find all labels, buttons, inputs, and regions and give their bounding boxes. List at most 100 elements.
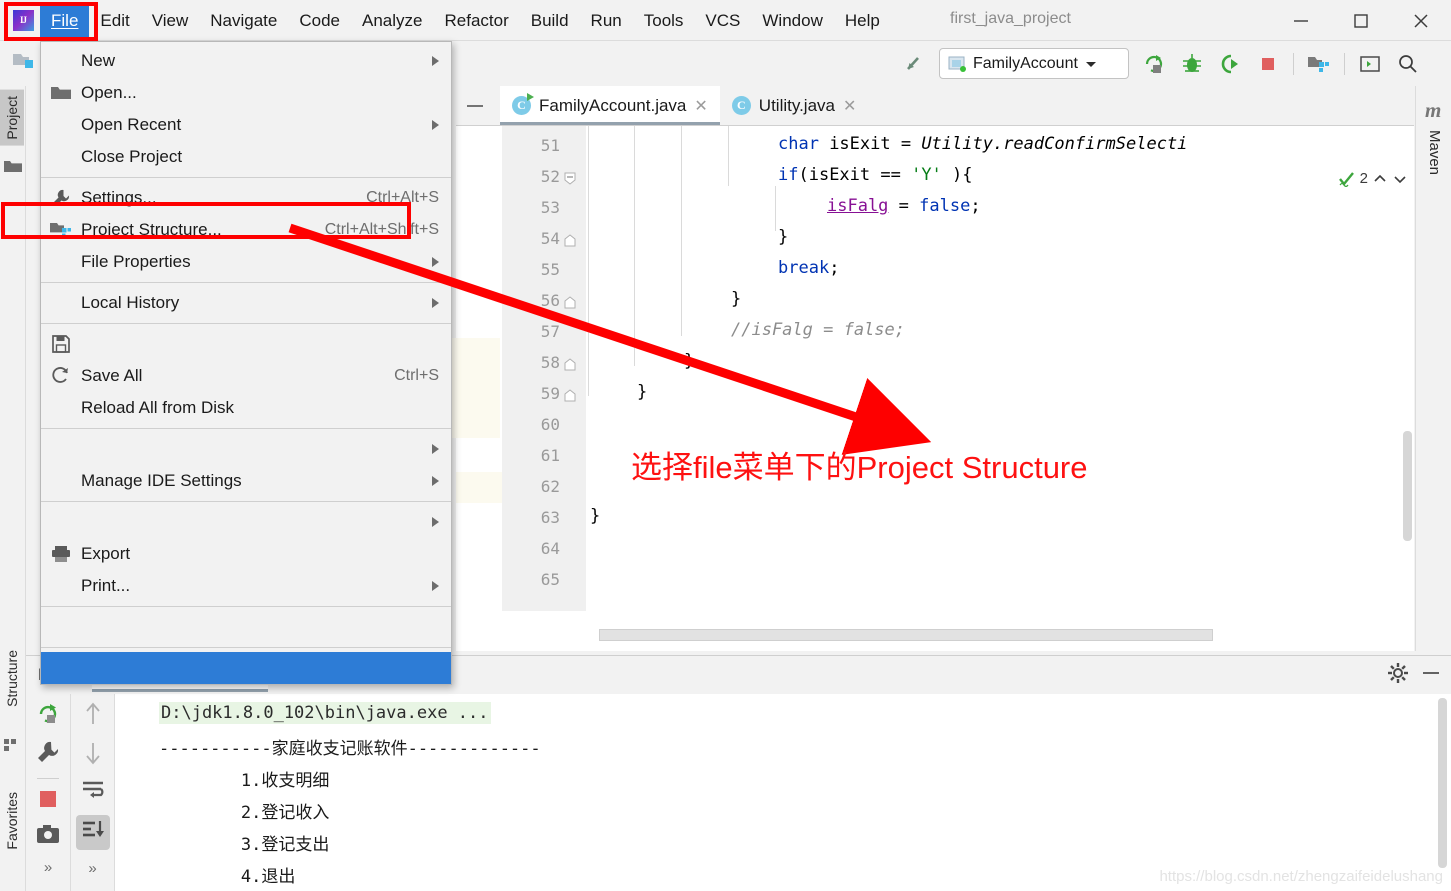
scroll-to-end-icon[interactable] xyxy=(75,815,110,850)
menu-item-close-project[interactable]: Close Project xyxy=(41,141,451,173)
run-with-coverage-icon[interactable] xyxy=(1211,44,1249,84)
fold-end-icon[interactable] xyxy=(564,234,576,247)
stop-icon[interactable] xyxy=(1249,44,1287,84)
fold-end-icon[interactable] xyxy=(564,389,576,402)
menu-item-label: Local History xyxy=(81,293,180,312)
inspection-status[interactable]: 2 xyxy=(1338,170,1408,187)
sidebar-item-favorites[interactable]: Favorites xyxy=(0,786,24,856)
project-structure-toolbar-icon[interactable] xyxy=(1300,44,1338,84)
menu-refactor[interactable]: Refactor xyxy=(433,5,519,37)
menu-code[interactable]: Code xyxy=(288,5,351,37)
menu-item-label: Open... xyxy=(81,83,137,102)
code-line-54: } xyxy=(778,227,789,247)
menu-item-save-all[interactable] xyxy=(41,328,451,360)
search-icon[interactable] xyxy=(1389,44,1427,84)
line-number: 57 xyxy=(540,322,560,341)
debug-icon[interactable] xyxy=(1173,44,1211,84)
menu-item-export[interactable] xyxy=(41,506,451,538)
menu-file[interactable]: File xyxy=(40,4,90,37)
soft-wrap-icon[interactable] xyxy=(81,780,105,805)
folder-icon xyxy=(4,158,22,176)
console-line: 1.收支明细 xyxy=(159,771,330,791)
fold-collapse-icon[interactable] xyxy=(564,172,576,185)
run-icon[interactable] xyxy=(1135,44,1173,84)
menu-help[interactable]: Help xyxy=(834,5,891,37)
close-icon[interactable]: ✕ xyxy=(694,96,707,116)
menu-analyze[interactable]: Analyze xyxy=(351,5,433,37)
gear-icon[interactable] xyxy=(1387,662,1409,689)
menu-item-invalidate-caches[interactable]: Reload All from Disk xyxy=(41,392,451,424)
menu-item-new[interactable]: New xyxy=(41,45,451,77)
editor-horizontal-scrollbar[interactable] xyxy=(599,629,1213,641)
editor-tab-familyaccount[interactable]: C FamilyAccount.java ✕ xyxy=(500,86,720,125)
menu-item-add-to-favorites[interactable]: Print... xyxy=(41,570,451,602)
menu-view[interactable]: View xyxy=(141,5,200,37)
menu-separator xyxy=(41,428,451,429)
menu-item-label: New xyxy=(81,51,116,70)
maximize-button[interactable] xyxy=(1331,0,1391,41)
line-number: 55 xyxy=(540,260,560,279)
stop-icon[interactable] xyxy=(38,789,58,814)
menu-item-manage-ide-settings[interactable] xyxy=(41,433,451,465)
expand-more-icon[interactable]: » xyxy=(44,859,52,876)
menu-item-open[interactable]: Open... xyxy=(41,77,451,109)
menu-item-new-projects-settings[interactable]: Manage IDE Settings xyxy=(41,465,451,497)
menu-item-print[interactable]: Export xyxy=(41,538,451,570)
intellij-logo-icon[interactable]: IJ xyxy=(8,6,38,34)
camera-icon[interactable] xyxy=(36,824,60,849)
menu-item-label: Settings... xyxy=(81,188,157,207)
menu-item-local-history[interactable]: Local History xyxy=(41,287,451,319)
menu-item-power-save-mode[interactable] xyxy=(41,611,451,643)
fold-end-icon[interactable] xyxy=(564,358,576,371)
menu-vcs[interactable]: VCS xyxy=(694,5,751,37)
menu-edit-label: Edit xyxy=(100,10,130,30)
menu-navigate[interactable]: Navigate xyxy=(199,5,288,37)
close-icon[interactable]: ✕ xyxy=(843,96,856,116)
sidebar-item-maven[interactable]: Maven xyxy=(1426,130,1443,175)
editor-vertical-scrollbar[interactable] xyxy=(1403,431,1412,541)
watermark-text: https://blog.csdn.net/zhengzaifeidelusha… xyxy=(1159,868,1443,885)
menu-item-exit[interactable] xyxy=(41,652,451,684)
menu-item-open-recent[interactable]: Open Recent xyxy=(41,109,451,141)
fold-end-icon[interactable] xyxy=(564,296,576,309)
menu-item-project-structure[interactable]: Project Structure... Ctrl+Alt+Shift+S xyxy=(41,214,451,246)
menu-build[interactable]: Build xyxy=(520,5,580,37)
project-structure-icon[interactable] xyxy=(12,49,38,78)
close-button[interactable] xyxy=(1391,0,1451,41)
submenu-arrow-icon xyxy=(432,444,439,454)
editor-area: C FamilyAccount.java ✕ C Utility.java ✕ … xyxy=(456,86,1414,651)
code-line-57: //isFalg = false; xyxy=(731,320,905,340)
terminal-icon[interactable] xyxy=(1351,44,1389,84)
rerun-icon[interactable] xyxy=(36,702,60,731)
down-arrow-icon[interactable] xyxy=(83,741,103,770)
minimize-icon[interactable] xyxy=(1421,665,1441,686)
empty-icon xyxy=(41,141,81,173)
minimize-button[interactable] xyxy=(1271,0,1331,41)
menu-tools[interactable]: Tools xyxy=(633,5,695,37)
menu-run[interactable]: Run xyxy=(580,5,633,37)
wrench-icon[interactable] xyxy=(37,741,59,768)
menu-item-settings[interactable]: Settings... Ctrl+Alt+S xyxy=(41,182,451,214)
menu-item-file-properties[interactable]: File Properties xyxy=(41,246,451,278)
console-line: 2.登记收入 xyxy=(159,803,330,823)
pointer-icon[interactable] xyxy=(895,44,933,84)
editor-code-body[interactable]: char isExit = Utility.readConfirmSelecti… xyxy=(586,126,1414,611)
sidebar-item-structure[interactable]: Structure xyxy=(0,644,24,713)
menu-item-reload-all-from-disk[interactable]: Save All Ctrl+S xyxy=(41,360,451,392)
submenu-arrow-icon xyxy=(432,476,439,486)
editor-tab-utility[interactable]: C Utility.java ✕ xyxy=(719,86,869,125)
run-console-output[interactable]: D:\jdk1.8.0_102\bin\java.exe ... -------… xyxy=(114,694,1451,891)
sidebar-item-project[interactable]: Project xyxy=(0,90,24,146)
expand-more-icon[interactable]: » xyxy=(88,860,96,877)
editor-gutter[interactable]: 51 52 53 54 55 56 57 58 59 60 61 62 63 6… xyxy=(502,126,586,611)
hide-tabs-button[interactable] xyxy=(464,96,486,116)
empty-icon xyxy=(41,465,81,497)
run-configuration-selector[interactable]: FamilyAccount xyxy=(939,48,1129,79)
menu-file-label: File xyxy=(51,10,79,30)
menu-window[interactable]: Window xyxy=(751,5,833,37)
console-vertical-scrollbar[interactable] xyxy=(1438,698,1447,868)
code-line-53: isFalg = false; xyxy=(827,196,981,216)
up-arrow-icon[interactable] xyxy=(83,702,103,731)
menu-edit[interactable]: Edit xyxy=(89,5,140,37)
submenu-arrow-icon xyxy=(432,120,439,130)
